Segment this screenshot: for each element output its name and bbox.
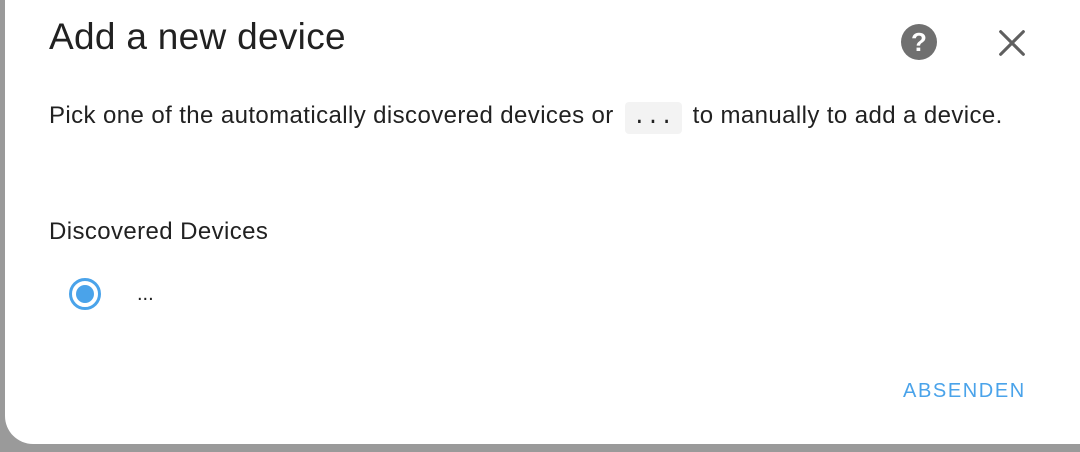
help-glyph: ? xyxy=(911,27,927,57)
description-text-after: to manually to add a device. xyxy=(692,102,1003,129)
radio-selected-dot xyxy=(76,285,94,303)
add-device-dialog: Add a new device ? Pick one of the autom… xyxy=(5,0,1080,444)
dialog-description: Pick one of the automatically discovered… xyxy=(49,97,1009,134)
dialog-title: Add a new device xyxy=(49,16,346,57)
device-option[interactable]: ... xyxy=(69,274,154,314)
close-icon[interactable] xyxy=(995,26,1029,60)
description-text-before: Pick one of the automatically discovered… xyxy=(49,102,614,129)
submit-button[interactable]: ABSENDEN xyxy=(903,380,1026,403)
device-option-label: ... xyxy=(137,282,154,305)
help-icon[interactable]: ? xyxy=(901,24,937,60)
radio-button[interactable] xyxy=(69,278,101,310)
discovered-devices-label: Discovered Devices xyxy=(49,218,269,245)
code-chip: ... xyxy=(624,102,682,134)
